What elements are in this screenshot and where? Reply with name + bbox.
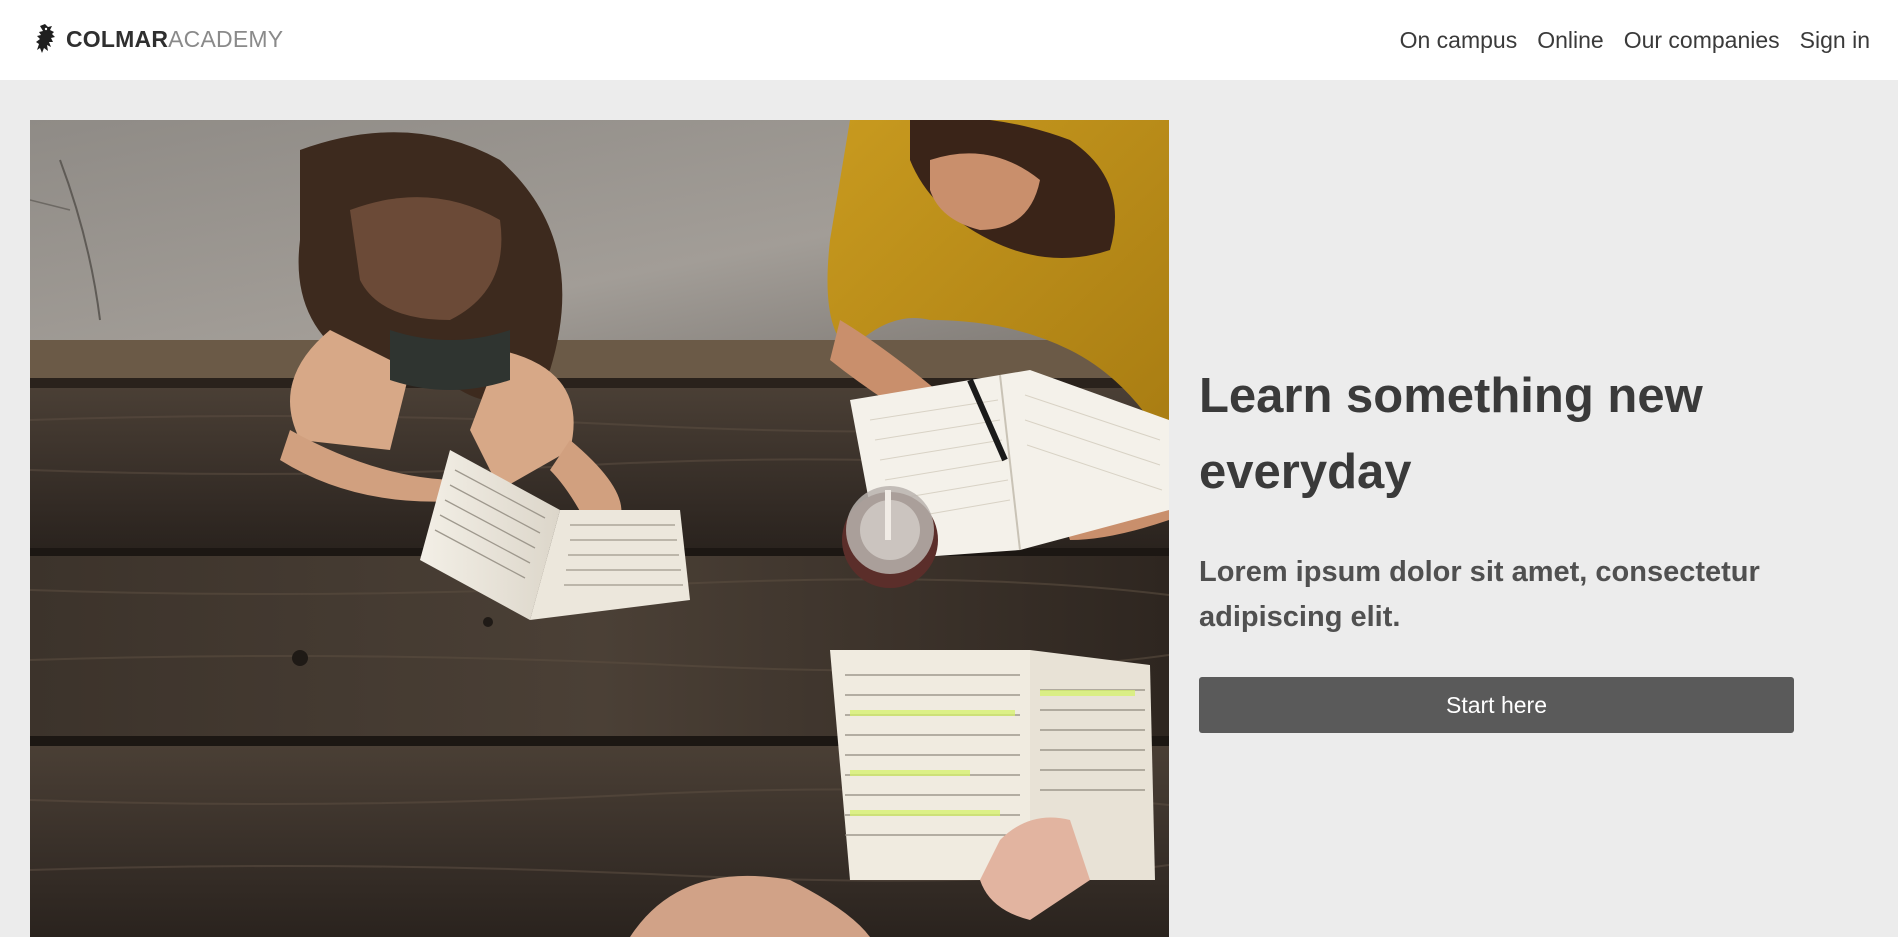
nav-link-sign-in[interactable]: Sign in (1800, 27, 1870, 54)
nav-link-on-campus[interactable]: On campus (1400, 27, 1518, 54)
site-header: COLMAR ACADEMY On campus Online Our comp… (0, 0, 1898, 80)
brand-logo-link[interactable]: COLMAR ACADEMY (34, 22, 283, 56)
hero-title: Learn something new everyday (1199, 369, 1703, 499)
griffin-logo-icon (36, 24, 55, 53)
hero-copy: Learn something new everyday Lorem ipsum… (1199, 358, 1799, 640)
brand-name-strong: COLMAR (66, 25, 169, 52)
start-here-button[interactable]: Start here (1199, 677, 1794, 733)
main-nav: On campus Online Our companies Sign in (1400, 22, 1870, 58)
hero-photo (30, 120, 1169, 937)
hero-subtitle: Lorem ipsum dolor sit amet, consectetur … (1199, 556, 1760, 633)
nav-link-our-companies[interactable]: Our companies (1624, 27, 1780, 54)
students-studying-photo (30, 120, 1169, 937)
brand-name-light: ACADEMY (168, 25, 284, 52)
nav-link-online[interactable]: Online (1537, 27, 1603, 54)
